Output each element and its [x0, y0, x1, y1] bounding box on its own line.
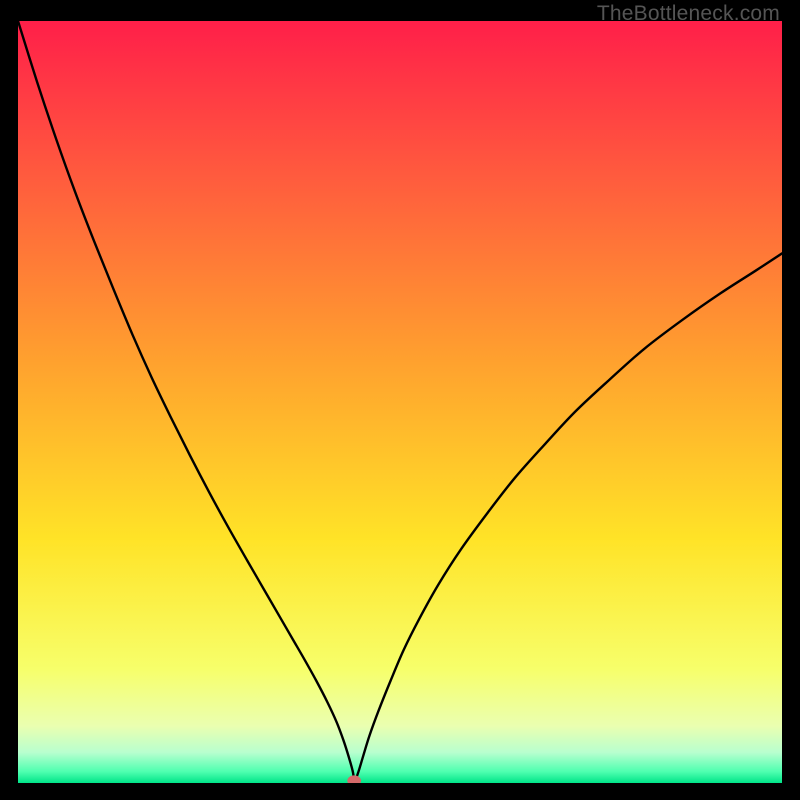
bottleneck-chart: [18, 21, 782, 783]
plot-area: [18, 21, 782, 783]
chart-frame: TheBottleneck.com: [0, 0, 800, 800]
gradient-background: [18, 21, 782, 783]
